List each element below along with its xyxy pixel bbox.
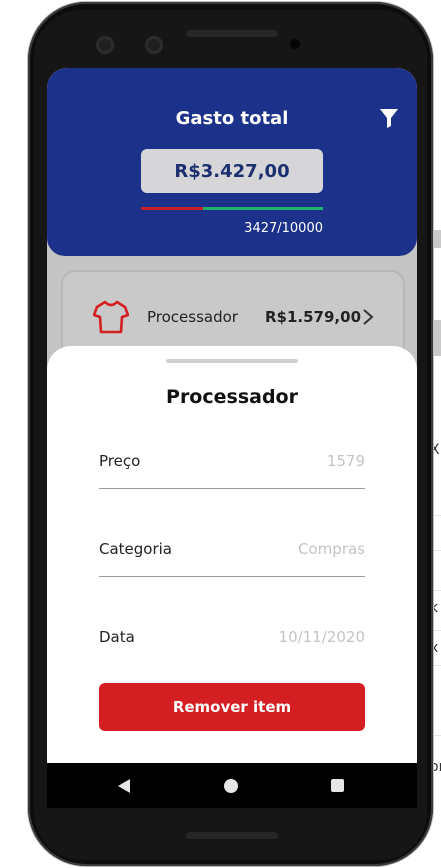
category-field[interactable]: Categoria Compras (99, 536, 365, 577)
header-title: Gasto total (175, 108, 289, 129)
total-spending-header: Gasto total R$3.427,00 3427/10000 (47, 68, 417, 256)
budget-progress-fill (141, 207, 204, 210)
item-price: R$1.579,00 (265, 308, 362, 326)
back-icon[interactable] (117, 778, 131, 794)
earpiece-speaker (186, 30, 278, 37)
budget-progress-text: 3427/10000 (244, 221, 323, 236)
price-field[interactable]: Preço 1579 (99, 448, 365, 489)
sheet-title: Processador (166, 386, 298, 408)
price-label: Preço (99, 452, 141, 470)
sheet-drag-handle[interactable] (166, 359, 298, 363)
budget-progress-bar (141, 207, 323, 210)
front-sensor (145, 36, 163, 54)
bottom-speaker (186, 832, 278, 839)
total-amount: R$3.427,00 (141, 149, 323, 193)
remove-item-button[interactable]: Remover item (99, 683, 365, 731)
chevron-right-icon (363, 309, 374, 325)
proximity-sensor (290, 39, 300, 49)
android-nav-bar (47, 763, 417, 808)
filter-icon (380, 109, 398, 128)
category-value: Compras (298, 540, 365, 558)
home-icon[interactable] (224, 779, 238, 793)
recent-apps-icon[interactable] (331, 779, 344, 792)
category-label: Categoria (99, 540, 173, 558)
front-camera (96, 36, 114, 54)
date-value: 10/11/2020 (278, 628, 365, 646)
date-field[interactable]: Data 10/11/2020 (99, 624, 365, 664)
app-screen: Gasto total R$3.427,00 3427/10000 Proces… (47, 68, 417, 808)
shirt-icon (93, 300, 129, 334)
item-details-sheet: Processador Preço 1579 Categoria Compras… (47, 346, 417, 808)
filter-button[interactable] (377, 106, 401, 130)
price-value: 1579 (326, 452, 365, 470)
date-label: Data (99, 628, 135, 646)
item-name: Processador (147, 308, 238, 326)
